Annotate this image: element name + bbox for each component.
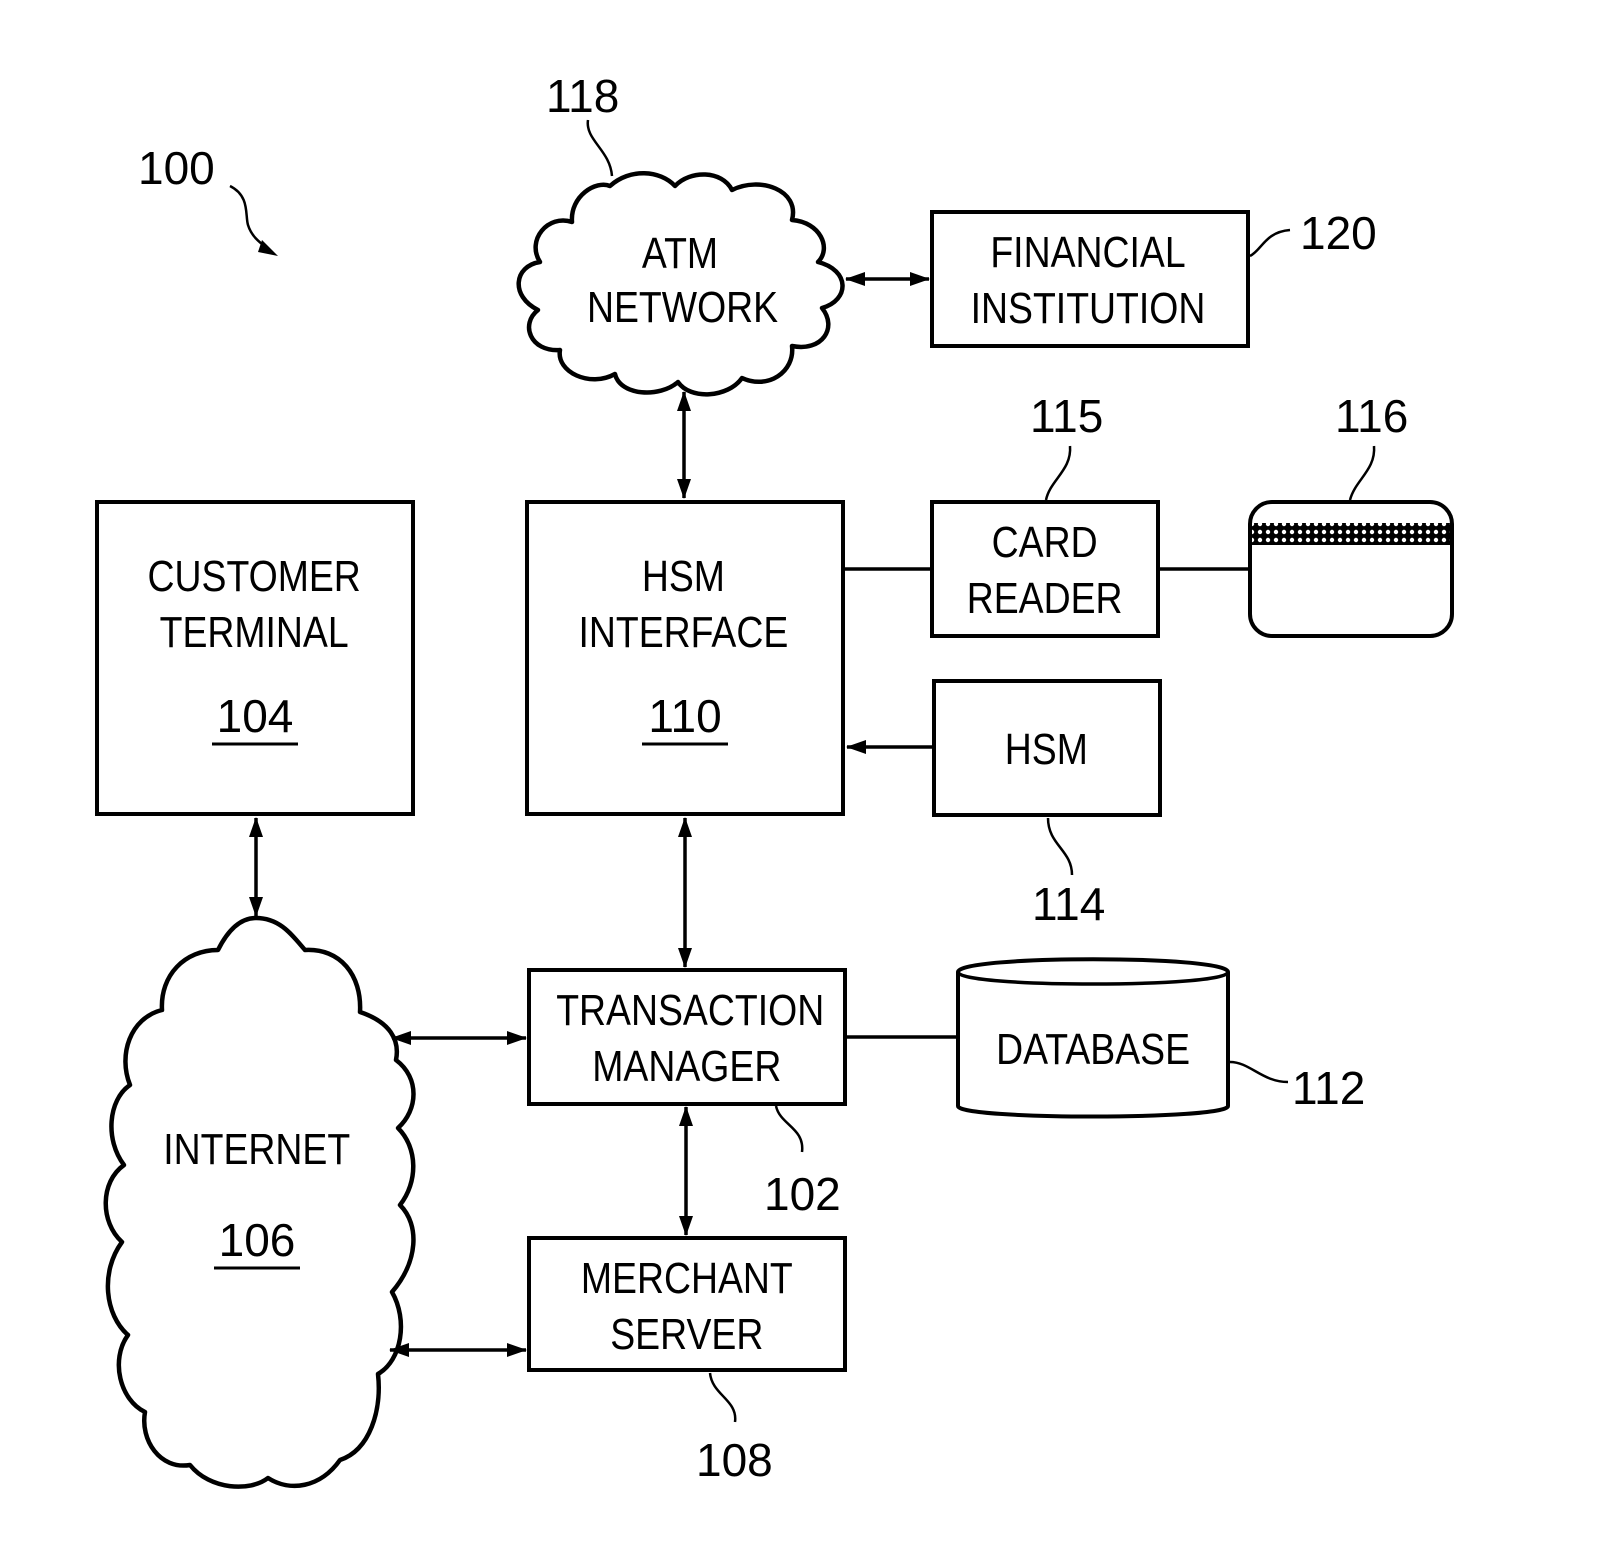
financial-institution-node[interactable]: FINANCIAL INSTITUTION xyxy=(930,210,1250,348)
merchant-server-line-2: SERVER xyxy=(610,1309,763,1359)
hsm-node[interactable]: HSM xyxy=(932,679,1162,817)
ref-112-leader-icon xyxy=(1229,1060,1289,1084)
atm-network-line-1: ATM xyxy=(642,228,718,278)
atm-network-node[interactable]: ATM NETWORK xyxy=(516,171,845,397)
ref-116-label: 116 xyxy=(1335,390,1408,442)
ref-114-label: 114 xyxy=(1032,878,1105,930)
hsm-interface-box xyxy=(525,500,845,816)
ref-118: 118 xyxy=(546,70,619,177)
database-node[interactable]: DATABASE xyxy=(956,957,1230,1119)
ref-118-leader-icon xyxy=(586,119,614,177)
ref-120-label: 120 xyxy=(1300,207,1377,259)
ref-102-leader-icon xyxy=(774,1105,804,1153)
ref-116: 116 xyxy=(1335,390,1408,501)
hsm-interface-line-2: INTERFACE xyxy=(578,607,788,657)
transaction-manager-line-2: MANAGER xyxy=(592,1041,781,1091)
figure-ref-label: 100 xyxy=(138,142,215,194)
financial-institution-line-2: INSTITUTION xyxy=(971,283,1206,333)
atm-network-line-2: NETWORK xyxy=(587,282,778,332)
ref-115-leader-icon xyxy=(1044,445,1072,501)
hsm-interface-line-1: HSM xyxy=(642,551,725,601)
transaction-manager-line-1: TRANSACTION xyxy=(556,985,824,1035)
internet-node[interactable]: INTERNET 106 xyxy=(103,915,416,1489)
financial-institution-line-1: FINANCIAL xyxy=(990,227,1185,277)
figure-ref-100: 100 xyxy=(138,142,278,256)
system-diagram: 100 ATM NETWORK 118 FINANCIAL INSTITUTIO… xyxy=(95,70,1454,1489)
internet-ref: 106 xyxy=(219,1214,296,1266)
database-line-1: DATABASE xyxy=(996,1024,1190,1074)
ref-112-label: 112 xyxy=(1292,1062,1365,1114)
card-node[interactable] xyxy=(1248,500,1454,638)
ref-114-leader-icon xyxy=(1046,817,1074,876)
customer-terminal-line-2: TERMINAL xyxy=(160,607,349,657)
cloud-shape-icon xyxy=(103,915,416,1489)
customer-terminal-node[interactable]: CUSTOMER TERMINAL 104 xyxy=(95,500,415,816)
ref-108-label: 108 xyxy=(696,1434,773,1486)
ref-102: 102 xyxy=(764,1105,841,1220)
hsm-interface-ref: 110 xyxy=(648,690,721,742)
ref-108-leader-icon xyxy=(708,1372,737,1423)
card-reader-line-2: READER xyxy=(967,573,1123,623)
ref-120-leader-icon xyxy=(1249,228,1291,258)
figure-ref-arrow-icon xyxy=(229,184,273,253)
hsm-line-1: HSM xyxy=(1005,724,1088,774)
ref-115: 115 xyxy=(1030,390,1103,501)
card-icon xyxy=(1248,500,1454,638)
magnetic-stripe-icon xyxy=(1252,523,1450,545)
ref-116-leader-icon xyxy=(1348,445,1376,501)
ref-118-label: 118 xyxy=(546,70,619,122)
card-reader-node[interactable]: CARD READER xyxy=(930,500,1160,638)
internet-line-1: INTERNET xyxy=(163,1124,350,1174)
card-reader-line-1: CARD xyxy=(992,517,1098,567)
merchant-server-node[interactable]: MERCHANT SERVER xyxy=(527,1236,847,1372)
ref-108: 108 xyxy=(696,1372,773,1486)
ref-114: 114 xyxy=(1032,817,1105,930)
transaction-manager-node[interactable]: TRANSACTION MANAGER xyxy=(527,968,847,1106)
ref-112: 112 xyxy=(1229,1060,1365,1114)
ref-115-label: 115 xyxy=(1030,390,1103,442)
ref-120: 120 xyxy=(1249,207,1377,259)
ref-102-label: 102 xyxy=(764,1168,841,1220)
customer-terminal-ref: 104 xyxy=(217,690,294,742)
customer-terminal-box xyxy=(95,500,415,816)
customer-terminal-line-1: CUSTOMER xyxy=(147,551,360,601)
hsm-interface-node[interactable]: HSM INTERFACE 110 xyxy=(525,500,845,816)
merchant-server-line-1: MERCHANT xyxy=(581,1253,793,1303)
